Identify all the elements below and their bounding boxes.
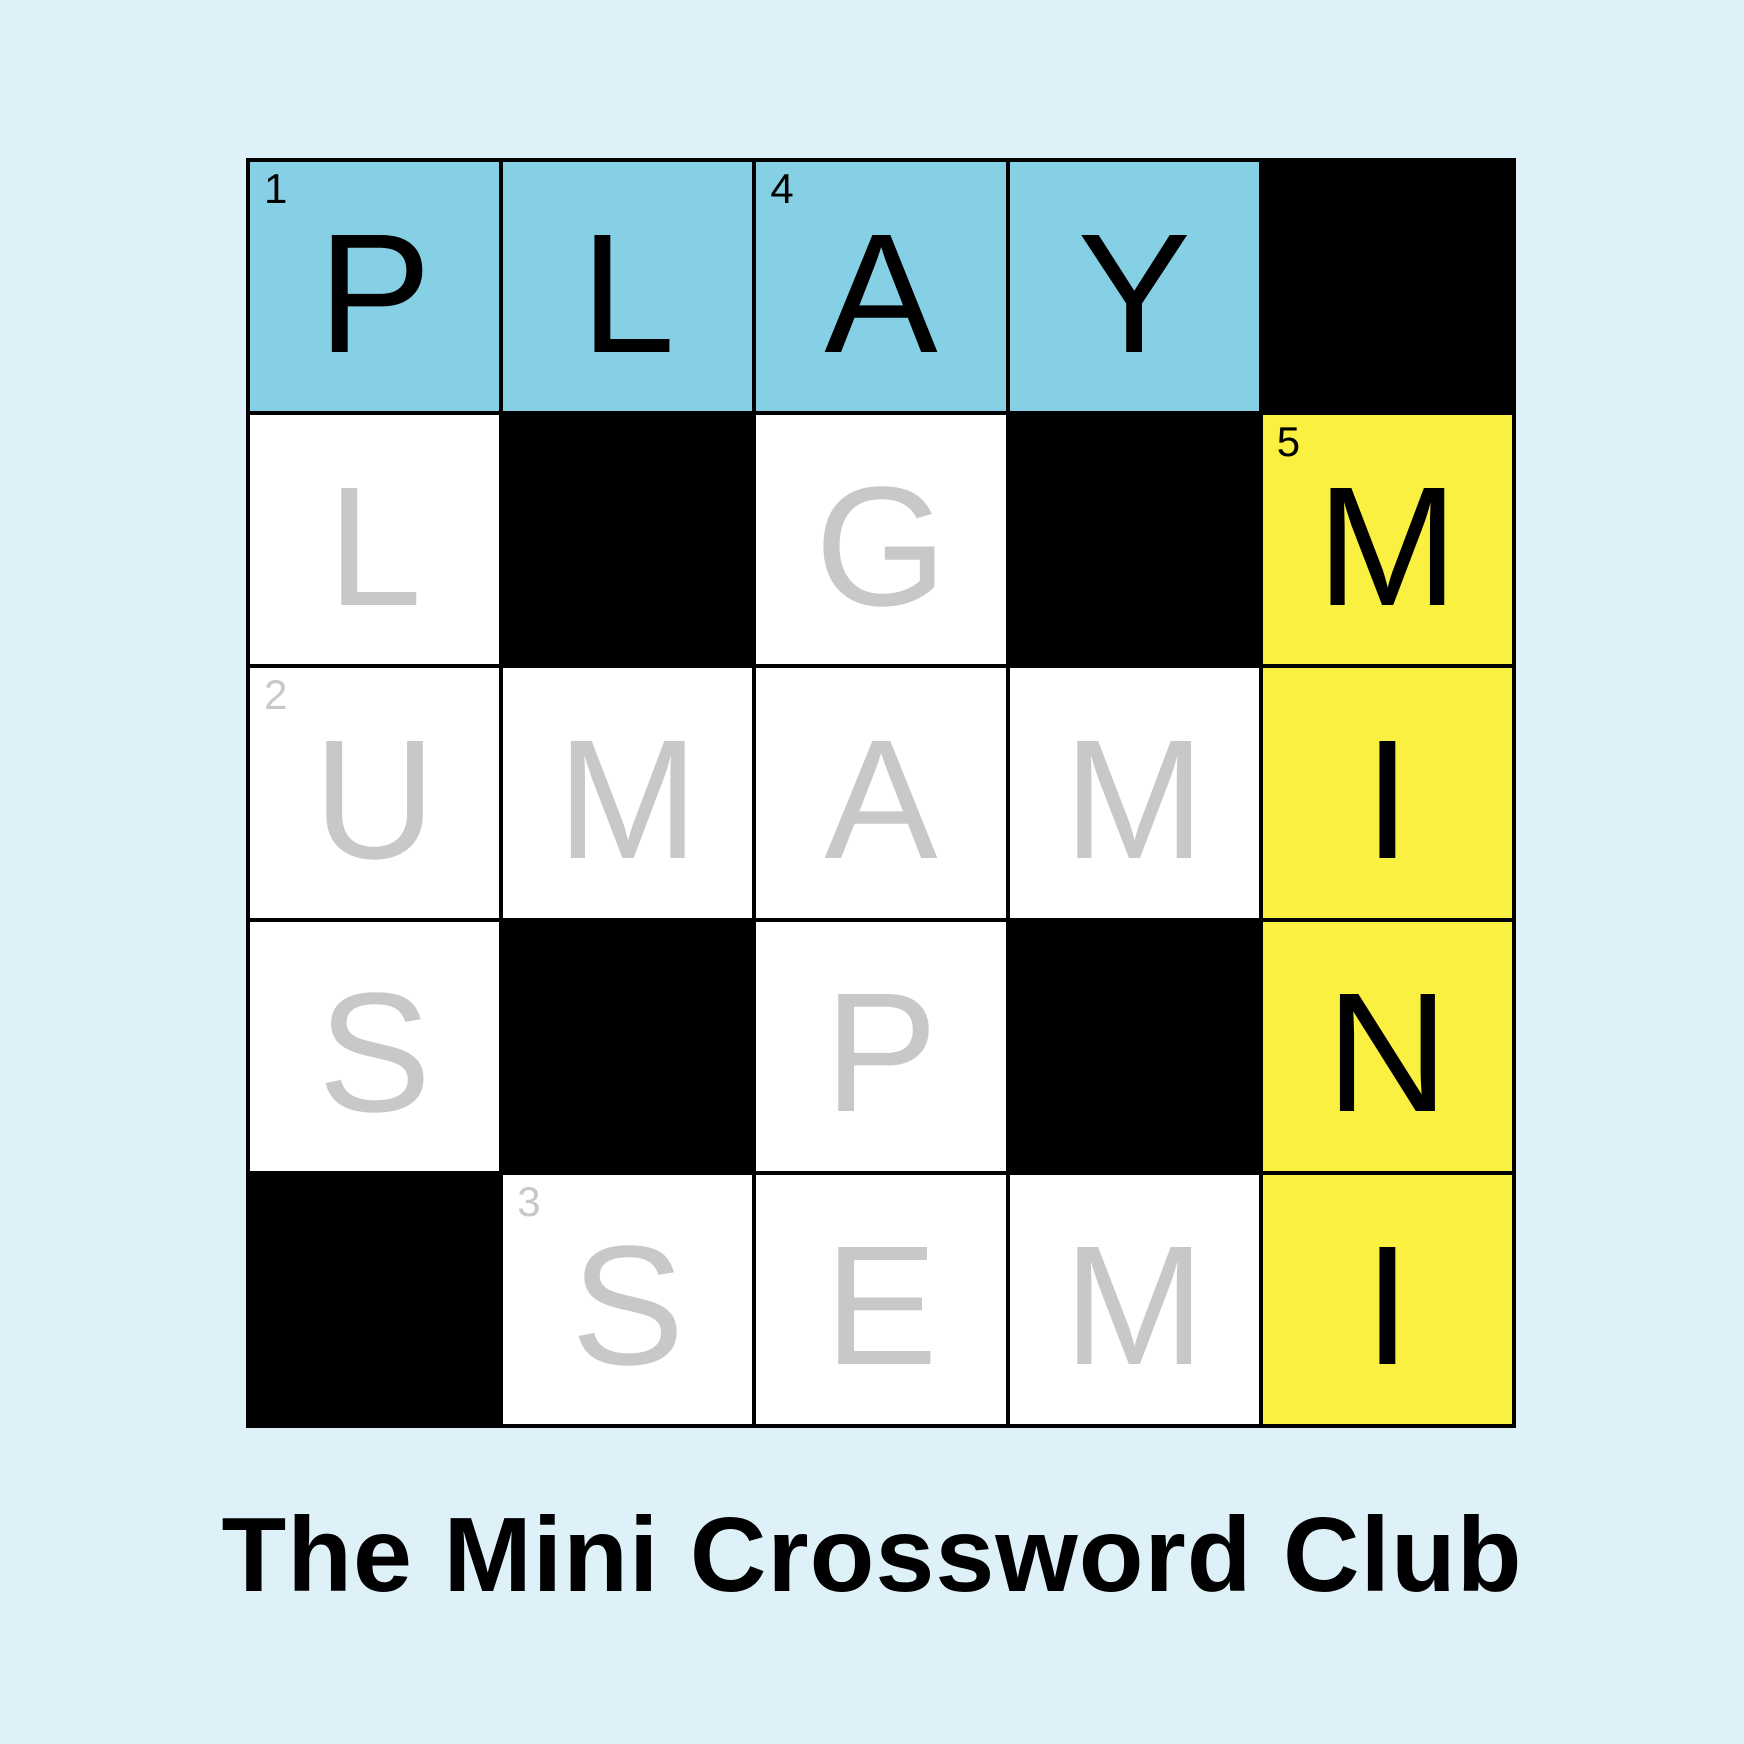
grid-cell-r3c3[interactable]: A bbox=[756, 668, 1006, 918]
cell-letter: I bbox=[1363, 704, 1411, 895]
grid-cell-r2c5[interactable]: 5M bbox=[1262, 415, 1512, 665]
grid-cell-r3c4[interactable]: M bbox=[1009, 668, 1259, 918]
cell-letter: M bbox=[1316, 451, 1459, 642]
grid-cell-r4c1[interactable]: S bbox=[250, 921, 500, 1171]
grid-cell-r2c1[interactable]: L bbox=[250, 415, 500, 665]
cell-letter: Y bbox=[1077, 198, 1191, 389]
grid-cell-r1c1[interactable]: 1P bbox=[250, 162, 500, 412]
block-cell bbox=[1009, 921, 1259, 1171]
cell-letter: N bbox=[1326, 958, 1449, 1149]
cell-letter: E bbox=[824, 1211, 938, 1402]
block-cell bbox=[503, 415, 753, 665]
cell-letter: U bbox=[313, 704, 436, 895]
grid-cell-r3c2[interactable]: M bbox=[503, 668, 753, 918]
grid-cell-r2c3[interactable]: G bbox=[756, 415, 1006, 665]
grid-cell-r1c2[interactable]: L bbox=[503, 162, 753, 412]
cell-letter: I bbox=[1363, 1211, 1411, 1402]
grid-cell-r1c3[interactable]: 4A bbox=[756, 162, 1006, 412]
clue-number: 2 bbox=[264, 671, 288, 719]
cell-letter: L bbox=[327, 451, 422, 642]
cell-letter: M bbox=[1063, 704, 1205, 895]
cell-letter: A bbox=[824, 198, 938, 389]
grid-cell-r3c5[interactable]: I bbox=[1262, 668, 1512, 918]
page-title: The Mini Crossword Club bbox=[221, 1496, 1523, 1614]
block-cell bbox=[1009, 415, 1259, 665]
grid-cell-r3c1[interactable]: 2U bbox=[250, 668, 500, 918]
clue-number: 3 bbox=[517, 1177, 541, 1225]
grid-cell-r5c3[interactable]: E bbox=[756, 1174, 1006, 1424]
cell-letter: S bbox=[571, 1211, 685, 1402]
cell-letter: P bbox=[824, 958, 938, 1149]
clue-number: 4 bbox=[770, 165, 794, 212]
block-cell bbox=[1262, 162, 1512, 412]
grid-cell-r4c3[interactable]: P bbox=[756, 921, 1006, 1171]
grid-cell-r1c4[interactable]: Y bbox=[1009, 162, 1259, 412]
clue-number: 1 bbox=[264, 165, 288, 212]
cell-letter: P bbox=[317, 198, 432, 389]
grid-cell-r5c2[interactable]: 3S bbox=[503, 1174, 753, 1424]
crossword-board: 1PL4AYLG5M2UMAMISPN3SEMI bbox=[246, 158, 1516, 1428]
cell-letter: L bbox=[580, 198, 676, 389]
grid-cell-r5c4[interactable]: M bbox=[1009, 1174, 1259, 1424]
cell-letter: M bbox=[1063, 1211, 1205, 1402]
grid-cell-r4c5[interactable]: N bbox=[1262, 921, 1512, 1171]
clue-number: 5 bbox=[1276, 418, 1301, 466]
grid-cell-r5c5[interactable]: I bbox=[1262, 1174, 1512, 1424]
block-cell bbox=[250, 1174, 500, 1424]
cell-letter: A bbox=[824, 704, 938, 895]
cell-letter: S bbox=[317, 958, 432, 1149]
block-cell bbox=[503, 921, 753, 1171]
cell-letter: M bbox=[556, 704, 699, 895]
cell-letter: G bbox=[814, 451, 948, 642]
